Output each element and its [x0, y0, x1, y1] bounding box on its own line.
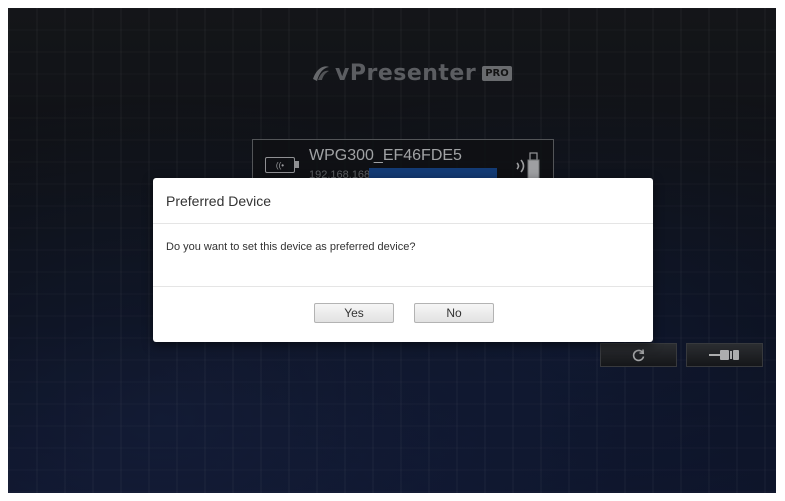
no-button[interactable]: No — [414, 303, 494, 323]
preferred-device-dialog: Preferred Device Do you want to set this… — [153, 178, 653, 342]
dialog-message: Do you want to set this device as prefer… — [166, 241, 416, 253]
dialog-divider — [153, 223, 653, 224]
app-window: vPresenter PRO ((• WPG300_EF46FDE5 192.1… — [8, 8, 776, 493]
dialog-title: Preferred Device — [166, 193, 272, 209]
yes-button[interactable]: Yes — [314, 303, 394, 323]
dialog-divider — [153, 286, 653, 287]
